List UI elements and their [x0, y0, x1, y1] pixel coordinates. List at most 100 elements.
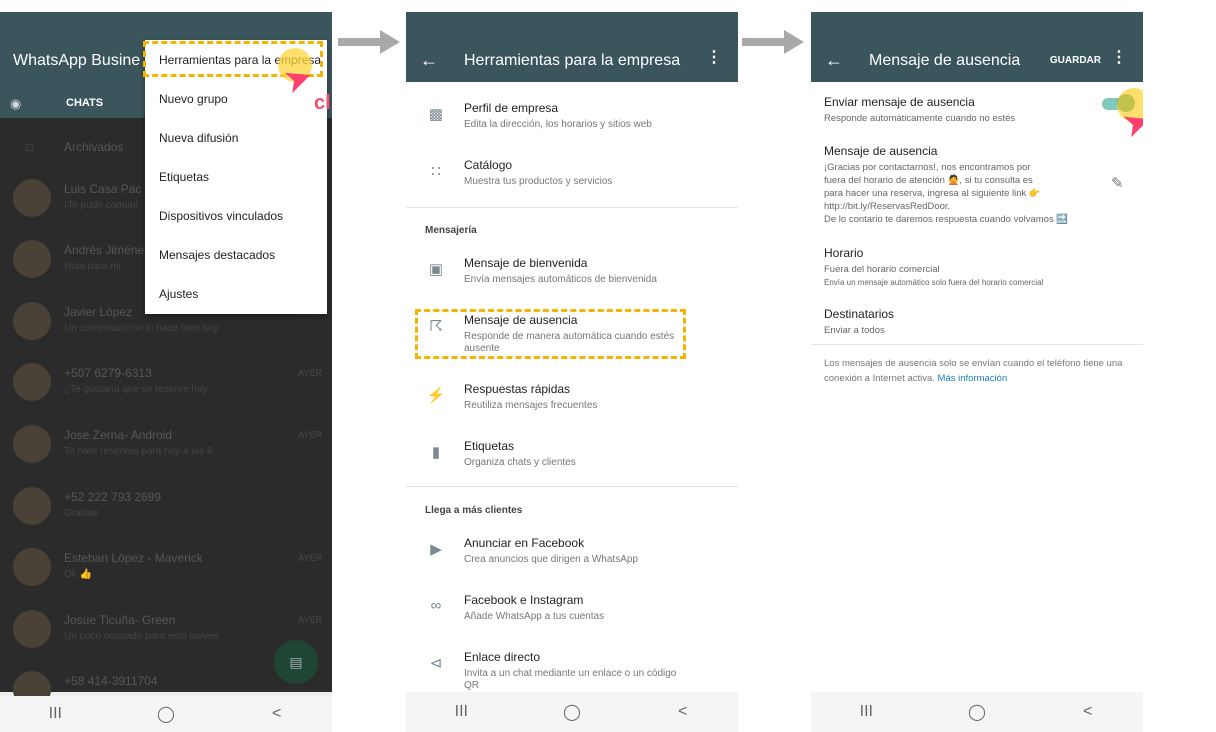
share-icon: ⊲	[429, 655, 443, 672]
setting-title: Enviar mensaje de ausencia	[824, 95, 975, 109]
message-line: para hacer una reserva, ingresa al sigui…	[824, 188, 1041, 199]
chat-preview: Un comentario no lo hace bien hoy	[64, 323, 219, 334]
arrow-right-icon	[338, 30, 400, 54]
welcome-icon: ▣	[428, 261, 444, 278]
list-item[interactable]: Jose Zerna- Android Te haré reservas par…	[0, 416, 332, 478]
back-arrow-icon[interactable]: ←	[420, 50, 438, 71]
camera-icon[interactable]: ◉	[10, 96, 21, 112]
item-title: Anunciar en Facebook	[464, 536, 585, 550]
app-bar: ← Mensaje de ausencia GUARDAR ⋮	[811, 12, 1143, 82]
list-item[interactable]: Esteban López - Maverick Ok 👍 AYER	[0, 539, 332, 601]
recents-icon[interactable]: III	[25, 705, 85, 723]
system-nav-bar: III ◯ <	[811, 692, 1143, 732]
item-title: Perfil de empresa	[464, 101, 559, 115]
save-button[interactable]: GUARDAR	[1050, 55, 1101, 66]
more-options-icon[interactable]: ⋮	[706, 50, 722, 66]
item-subtitle: Envía mensajes automáticos de bienvenida	[464, 274, 657, 285]
avatar	[13, 363, 51, 401]
item-subtitle: QR	[464, 680, 479, 691]
message-line: fuera del horario de atención 🙅, si tu c…	[824, 175, 1033, 186]
item-subtitle: Organiza chats y clientes	[464, 457, 576, 468]
more-options-icon[interactable]: ⋮	[1111, 50, 1127, 66]
section-messaging: Mensajería	[425, 225, 477, 236]
message-line: De lo contario te daremos respuesta cuan…	[824, 214, 1069, 225]
menu-item-settings[interactable]: Ajustes	[159, 287, 198, 301]
chat-name: +507 6279-6313	[64, 366, 152, 380]
item-subtitle: Reutiliza mensajes frecuentes	[464, 400, 598, 411]
menu-item-new-group[interactable]: Nuevo grupo	[159, 92, 228, 106]
recents-icon[interactable]: III	[431, 703, 491, 721]
section-reach: Llega a más clientes	[425, 505, 523, 516]
click-label: clic	[314, 92, 332, 114]
avatar	[13, 425, 51, 463]
app-title: WhatsApp Busine	[13, 52, 141, 69]
screen-chats-menu: WhatsApp Busine ◉ CHATS □ Archivados Lui…	[0, 12, 332, 732]
chat-preview: Un poco ocupado para este jueves	[64, 631, 219, 642]
menu-item-new-broadcast[interactable]: Nueva difusión	[159, 131, 238, 145]
send-away-setting[interactable]: Enviar mensaje de ausencia Responde auto…	[824, 95, 1104, 125]
item-title: Facebook e Instagram	[464, 593, 584, 607]
recipients-setting[interactable]: Destinatarios Enviar a todos	[824, 307, 1104, 337]
megaphone-icon: ▶	[430, 541, 442, 558]
item-subtitle: Añade WhatsApp a tus cuentas	[464, 611, 605, 622]
divider	[406, 486, 738, 487]
setting-subtitle: Envía un mensaje automático solo fuera d…	[824, 278, 1044, 287]
divider	[811, 344, 1143, 345]
back-arrow-icon[interactable]: ←	[825, 50, 843, 71]
away-message-setting[interactable]: Mensaje de ausencia ¡Gracias por contact…	[824, 144, 1104, 226]
menu-item-labels[interactable]: Etiquetas	[159, 170, 209, 184]
new-chat-button[interactable]: ▤	[274, 640, 318, 684]
schedule-setting[interactable]: Horario Fuera del horario comercial Enví…	[824, 246, 1104, 289]
chat-preview: Hola para mi	[64, 261, 121, 272]
setting-value: Fuera del horario comercial	[824, 264, 940, 275]
menu-item-starred[interactable]: Mensajes destacados	[159, 248, 275, 262]
chat-name: +52 222 793 2699	[64, 490, 162, 504]
item-subtitle: Edita la dirección, los horarios y sitio…	[464, 119, 652, 130]
list-item[interactable]: +507 6279-6313 ¿Te gustaría que se reser…	[0, 354, 332, 416]
home-icon[interactable]: ◯	[947, 702, 1007, 722]
highlight-box	[415, 309, 686, 359]
setting-title: Horario	[824, 246, 864, 260]
divider	[406, 207, 738, 208]
chat-time: AYER	[298, 430, 322, 440]
edit-pencil-icon[interactable]: ✎	[1111, 174, 1124, 192]
tutorial-canvas: WhatsApp Busine ◉ CHATS □ Archivados Lui…	[0, 0, 1216, 732]
app-bar: ← Herramientas para la empresa ⋮	[406, 12, 738, 82]
chat-name: Esteban López - Maverick	[64, 551, 203, 565]
item-title: Mensaje de bienvenida	[464, 256, 588, 270]
message-body: ¡Gracias por contactarnos!, nos encontra…	[824, 161, 1104, 226]
avatar	[13, 548, 51, 586]
back-icon[interactable]: <	[1058, 703, 1118, 721]
chat-name: Jose Zerna- Android	[64, 428, 173, 442]
back-icon[interactable]: <	[247, 705, 307, 723]
chat-name: Josue Ticuña- Green	[64, 613, 176, 627]
menu-item-linked-devices[interactable]: Dispositivos vinculados	[159, 209, 283, 223]
list-item[interactable]: +52 222 793 2699 Gracias	[0, 478, 332, 540]
recents-icon[interactable]: III	[836, 703, 896, 721]
tab-chats[interactable]: CHATS	[66, 97, 103, 109]
page-title: Herramientas para la empresa	[464, 52, 681, 69]
more-info-link[interactable]: Más información	[938, 373, 1008, 384]
item-subtitle: Invita a un chat mediante un enlace o un…	[464, 668, 677, 679]
system-nav-bar: III ◯ <	[0, 696, 332, 732]
link-icon: ∞	[430, 597, 442, 614]
avatar	[13, 610, 51, 648]
item-title: Etiquetas	[464, 439, 515, 453]
setting-title: Mensaje de ausencia	[824, 144, 938, 158]
chat-preview: Ok 👍	[64, 569, 93, 580]
chat-time: AYER	[298, 553, 322, 563]
store-icon: ▩	[428, 106, 444, 123]
archived-label: Archivados	[64, 140, 124, 154]
back-icon[interactable]: <	[653, 703, 713, 721]
home-icon[interactable]: ◯	[542, 702, 602, 722]
grid-icon: ∷	[431, 163, 441, 180]
archive-icon: □	[26, 140, 34, 154]
message-line: http://bit.ly/ReservasRedDoor.	[824, 201, 951, 212]
chat-preview: Te haré reservas para hoy a las 8	[64, 446, 213, 457]
chat-preview: Gracias	[64, 508, 99, 519]
label-icon: ▮	[431, 444, 441, 461]
home-icon[interactable]: ◯	[136, 704, 196, 724]
avatar	[13, 487, 51, 525]
chat-name: Andrés Jiméne	[64, 243, 145, 257]
chat-name: Javier López	[64, 305, 133, 319]
